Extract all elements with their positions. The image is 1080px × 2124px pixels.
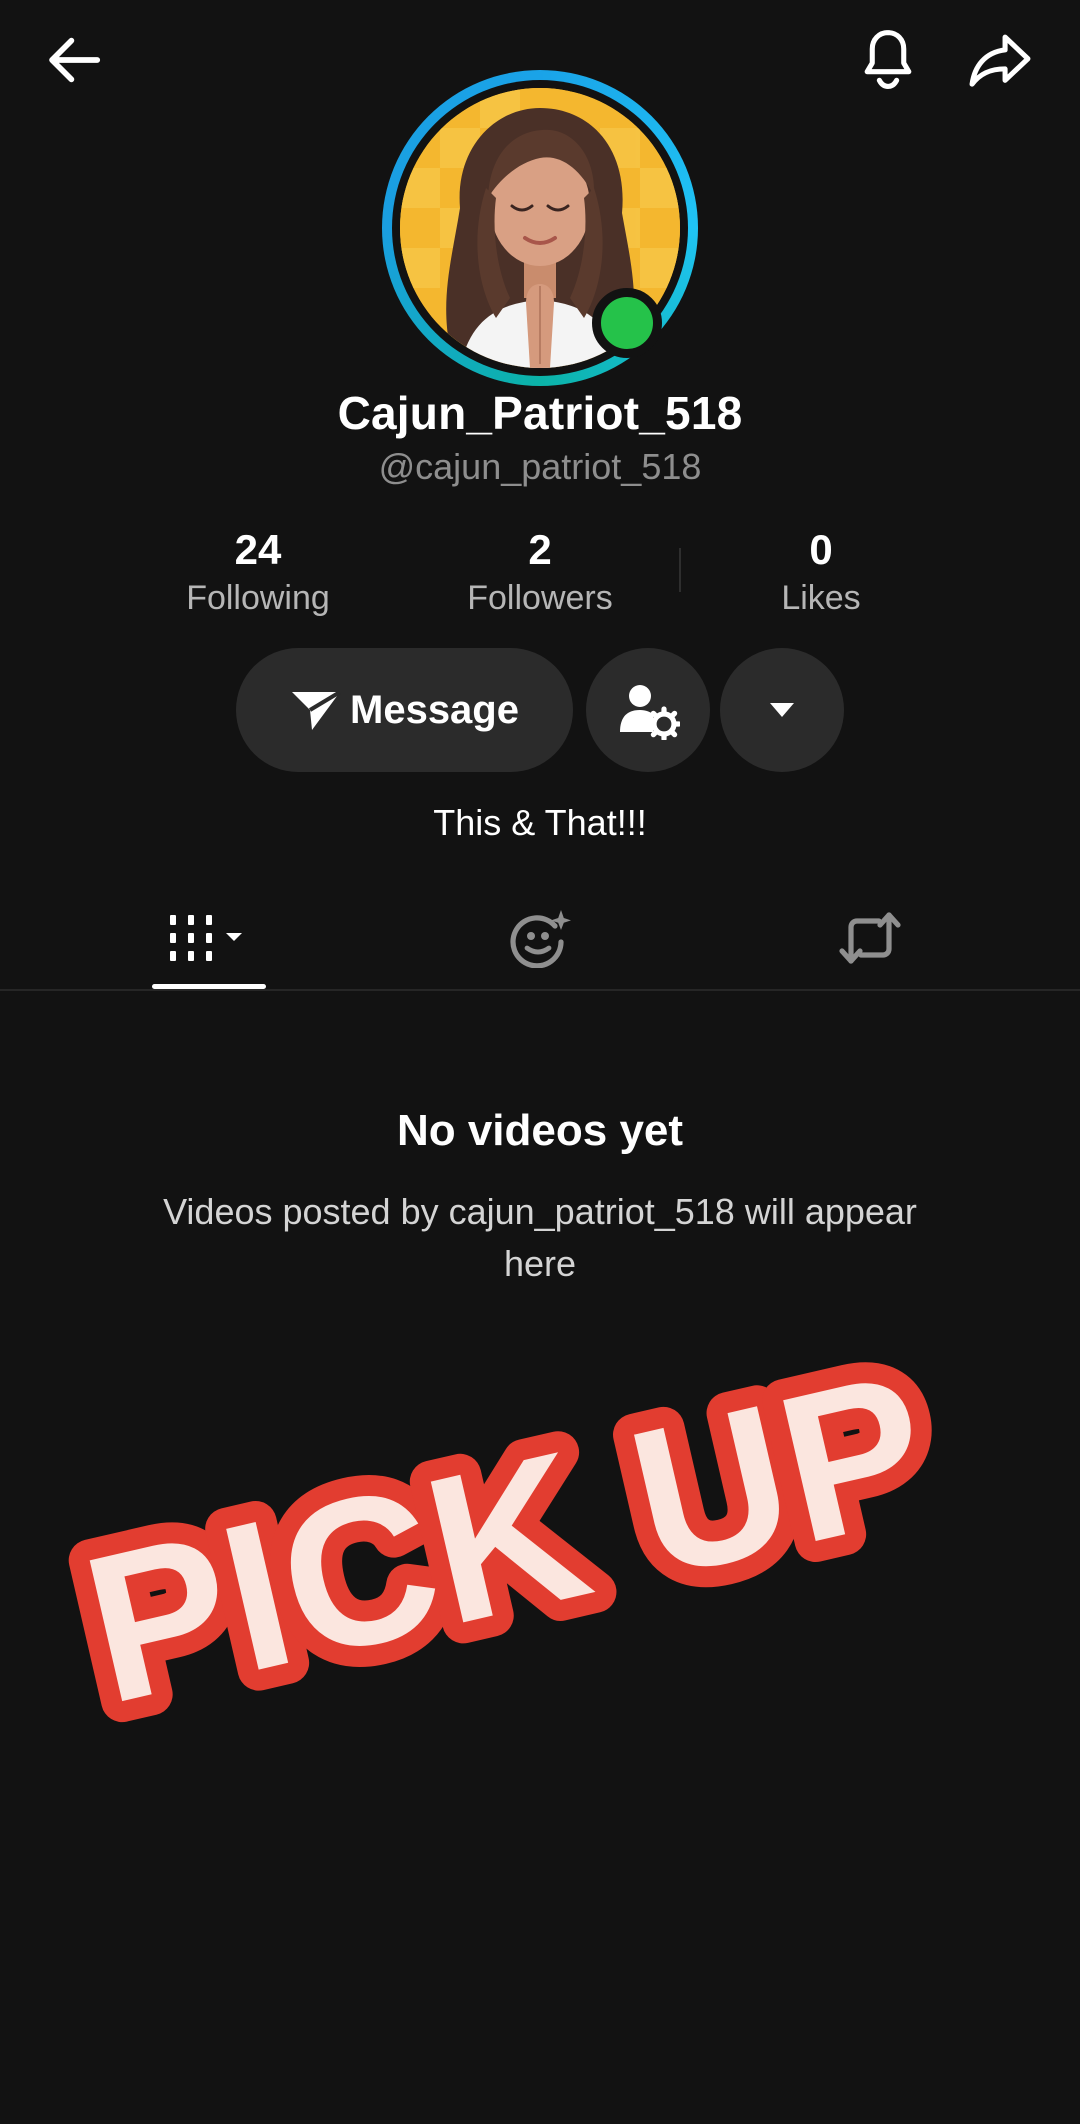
message-label: Message (350, 687, 519, 732)
display-name: Cajun_Patriot_518 (337, 387, 743, 439)
following-count: 24 (234, 526, 282, 573)
more-options-button[interactable] (720, 648, 844, 772)
stat-divider (679, 548, 681, 592)
likes-label: Likes (781, 579, 861, 617)
back-button[interactable] (34, 20, 114, 100)
likes-count: 0 (809, 526, 833, 573)
share-button[interactable] (960, 20, 1040, 100)
back-arrow-icon (49, 37, 101, 83)
tab-reposts[interactable] (810, 888, 930, 988)
following-stat[interactable]: 24 Following (128, 524, 388, 620)
grid-icon (170, 915, 242, 961)
notifications-button[interactable] (848, 20, 928, 100)
empty-state-title: No videos yet (396, 1106, 684, 1155)
send-icon (292, 690, 342, 730)
tab-divider (0, 989, 1080, 991)
username: @cajun_patriot_518 (378, 446, 702, 487)
followers-count: 2 (528, 526, 552, 573)
profile-bio: This & That!!! (433, 802, 647, 843)
online-status-dot (592, 288, 662, 358)
person-settings-icon (620, 685, 680, 740)
following-label: Following (186, 579, 330, 617)
followers-label: Followers (467, 579, 613, 617)
pick-up-sticker: PICK UP PICK UP (60, 1360, 960, 1740)
repost-icon (839, 912, 901, 964)
empty-state-description: Videos posted by cajun_patriot_518 will … (163, 1191, 917, 1284)
friend-settings-button[interactable] (586, 648, 710, 772)
likes-stat[interactable]: 0 Likes (691, 524, 951, 620)
face-sparkle-icon (510, 910, 571, 968)
tab-liked[interactable] (480, 888, 600, 988)
profile-avatar[interactable] (382, 70, 698, 386)
pick-up-sticker-text: PICK UP (66, 1360, 949, 1740)
message-button[interactable]: Message (236, 648, 573, 772)
tab-videos[interactable] (152, 888, 266, 988)
share-icon (969, 34, 1031, 87)
bell-icon (864, 30, 912, 89)
caret-down-icon (770, 703, 794, 717)
followers-stat[interactable]: 2 Followers (410, 524, 670, 620)
